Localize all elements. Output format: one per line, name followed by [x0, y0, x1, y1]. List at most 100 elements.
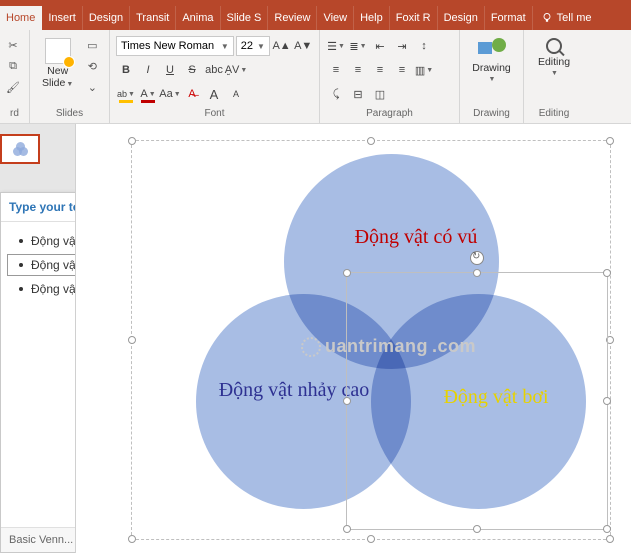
layout-button[interactable]: ▭ — [83, 36, 101, 54]
resize-handle[interactable] — [128, 137, 136, 145]
group-font: Times New Roman▼ 22▼ A▲ A▼ B I U S abc A… — [110, 30, 320, 123]
resize-handle[interactable] — [603, 269, 611, 277]
thumbnail-panel — [0, 124, 38, 182]
tab-design[interactable]: Design — [83, 6, 130, 30]
change-case-button[interactable]: Aa▼ — [160, 84, 180, 104]
font-color-button[interactable]: A▼ — [138, 84, 158, 104]
text-direction-button[interactable]: ⤹ — [326, 84, 346, 104]
tell-me-label: Tell me — [557, 12, 592, 24]
resize-handle[interactable] — [603, 397, 611, 405]
resize-handle[interactable] — [473, 269, 481, 277]
tell-me[interactable]: Tell me — [533, 6, 600, 30]
section-button[interactable]: ⌄ — [83, 78, 101, 96]
resize-handle[interactable] — [603, 525, 611, 533]
venn-label-1[interactable]: Động vật có vú — [326, 226, 506, 249]
indent-inc-button[interactable]: ⇥ — [392, 36, 412, 56]
italic-button[interactable]: I — [138, 60, 158, 80]
resize-handle[interactable] — [606, 535, 614, 543]
paragraph-label: Paragraph — [322, 106, 457, 121]
cut-button[interactable]: ✂ — [4, 36, 22, 54]
tab-help[interactable]: Help — [354, 6, 390, 30]
group-editing: Editing ▼ Editing — [524, 30, 584, 123]
resize-handle[interactable] — [343, 525, 351, 533]
resize-handle[interactable] — [343, 269, 351, 277]
grow-font-button[interactable]: A▲ — [272, 36, 292, 56]
resize-handle[interactable] — [606, 137, 614, 145]
strike-button[interactable]: S — [182, 60, 202, 80]
work-area: Type your text here × Động vật có vú Độn… — [0, 124, 631, 553]
editing-btn-label: Editing — [538, 56, 570, 68]
tab-review[interactable]: Review — [268, 6, 317, 30]
align-text-button[interactable]: ⊟ — [348, 84, 368, 104]
shape-selection-frame[interactable] — [346, 272, 608, 530]
tab-home[interactable]: Home — [0, 6, 42, 30]
group-paragraph: ☰▼ ≣▼ ⇤ ⇥ ↕ ≡ ≡ ≡ ≡ ▥▼ ⤹ ⊟ ◫ Paragraph — [320, 30, 460, 123]
thumbnail-venn-icon — [13, 142, 27, 156]
underline-button[interactable]: U — [160, 60, 180, 80]
clear-format-button[interactable]: A̶ — [182, 84, 202, 104]
clipboard-label: rd — [2, 106, 27, 121]
tab-view[interactable]: View — [317, 6, 354, 30]
line-spacing-button[interactable]: ↕ — [414, 36, 434, 56]
resize-handle[interactable] — [343, 397, 351, 405]
font-name-combo[interactable]: Times New Roman▼ — [116, 36, 234, 56]
justify-button[interactable]: ≡ — [392, 60, 412, 80]
find-icon — [546, 38, 562, 54]
bulb-icon — [541, 12, 553, 24]
bullets-button[interactable]: ☰▼ — [326, 36, 346, 56]
align-left-button[interactable]: ≡ — [326, 60, 346, 80]
drawing-button[interactable]: Drawing ▼ — [462, 34, 521, 87]
align-right-button[interactable]: ≡ — [370, 60, 390, 80]
resize-handle[interactable] — [128, 535, 136, 543]
bullet-icon — [19, 263, 23, 267]
group-clipboard: ✂ ⧉ 🖌 rd — [0, 30, 30, 123]
bullet-icon — [19, 287, 23, 291]
tab-slideshow[interactable]: Slide S — [221, 6, 269, 30]
drawing-label: Drawing — [462, 106, 521, 121]
shadow-button[interactable]: abc — [204, 60, 224, 80]
increase-font-button[interactable]: A — [204, 84, 224, 104]
resize-handle[interactable] — [473, 525, 481, 533]
columns-button[interactable]: ▥▼ — [414, 60, 434, 80]
indent-dec-button[interactable]: ⇤ — [370, 36, 390, 56]
group-drawing: Drawing ▼ Drawing — [460, 30, 524, 123]
watermark: uantrimang.com — [301, 336, 476, 357]
highlight-button[interactable]: ab▼ — [116, 84, 136, 104]
slide-thumbnail-1[interactable] — [0, 134, 40, 164]
tab-animations[interactable]: Anima — [176, 6, 220, 30]
shrink-font-button[interactable]: A▼ — [293, 36, 313, 56]
bullet-icon — [19, 239, 23, 243]
resize-handle[interactable] — [367, 535, 375, 543]
tab-smartart-design[interactable]: Design — [438, 6, 485, 30]
font-name-value: Times New Roman — [121, 40, 214, 52]
tab-foxit[interactable]: Foxit R — [390, 6, 438, 30]
font-label: Font — [112, 106, 317, 121]
watermark-icon — [301, 337, 321, 357]
align-center-button[interactable]: ≡ — [348, 60, 368, 80]
editing-label: Editing — [526, 106, 582, 121]
decrease-font-button[interactable]: A — [226, 84, 246, 104]
resize-handle[interactable] — [128, 336, 136, 344]
slide-canvas[interactable]: Động vật có vú Động vật nhảy cao Động vậ… — [75, 124, 631, 553]
tab-transitions[interactable]: Transit — [130, 6, 176, 30]
tab-insert[interactable]: Insert — [42, 6, 83, 30]
resize-handle[interactable] — [367, 137, 375, 145]
tab-format[interactable]: Format — [485, 6, 533, 30]
new-slide-button[interactable]: NewSlide▼ — [36, 36, 79, 96]
numbering-button[interactable]: ≣▼ — [348, 36, 368, 56]
format-painter-button[interactable]: 🖌 — [4, 78, 22, 96]
slides-label: Slides — [32, 106, 107, 121]
ribbon: ✂ ⧉ 🖌 rd NewSlide▼ ▭ ⟲ ⌄ Slides T — [0, 30, 631, 124]
ribbon-tabs: Home Insert Design Transit Anima Slide S… — [0, 6, 631, 30]
copy-button[interactable]: ⧉ — [4, 57, 22, 75]
font-size-value: 22 — [241, 40, 253, 52]
rotate-handle[interactable] — [470, 251, 484, 265]
reset-button[interactable]: ⟲ — [83, 57, 101, 75]
font-size-combo[interactable]: 22▼ — [236, 36, 270, 56]
smartart-button[interactable]: ◫ — [370, 84, 390, 104]
spacing-button[interactable]: A͍V▼ — [226, 60, 246, 80]
new-slide-label: NewSlide▼ — [42, 66, 73, 89]
editing-button[interactable]: Editing ▼ — [526, 34, 582, 81]
drawing-btn-label: Drawing — [472, 62, 511, 74]
bold-button[interactable]: B — [116, 60, 136, 80]
